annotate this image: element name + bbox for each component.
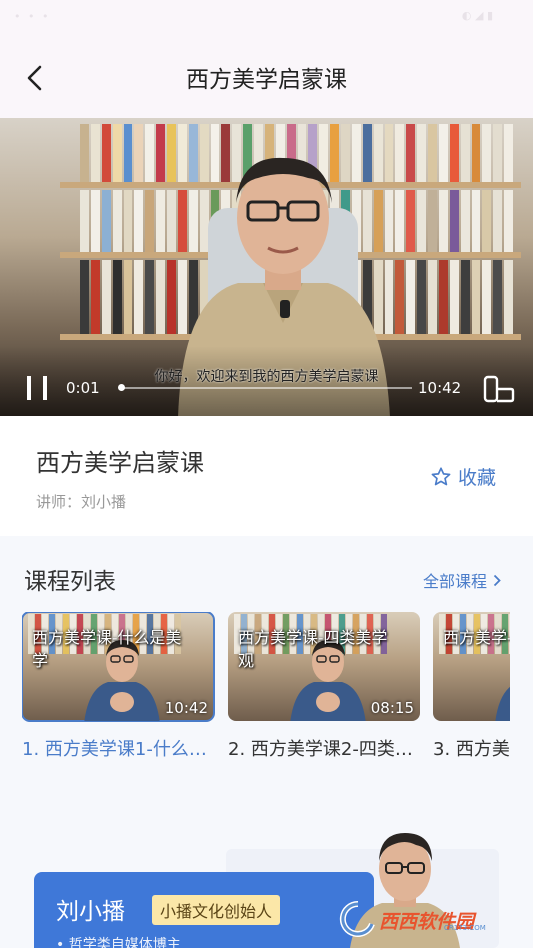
course-card-label[interactable]: 1. 西方美学课1-什么是美学 xyxy=(22,735,208,761)
fullscreen-button[interactable] xyxy=(483,375,515,403)
status-left: • • • xyxy=(14,10,51,23)
course-card-label[interactable]: 3. 西方美学课3 xyxy=(433,735,510,761)
favorite-button[interactable]: 收藏 xyxy=(430,463,496,490)
course-thumbnail[interactable]: 西方美学课-四类美学观 08:15 xyxy=(228,612,420,721)
pause-button[interactable] xyxy=(25,375,55,401)
chevron-right-icon xyxy=(493,574,501,586)
banner-teacher-tag: 小播文化创始人 xyxy=(152,895,281,925)
course-card[interactable]: 西方美学课-什么是美学 10:42 1. 西方美学课1-什么是美学 xyxy=(22,612,216,761)
thumbnail-duration: 10:42 xyxy=(164,699,208,717)
current-time: 0:01 xyxy=(66,379,100,397)
all-courses-link[interactable]: 全部课程 xyxy=(423,568,501,592)
thumbnail-title: 西方美学-古希腊艺术 xyxy=(443,628,510,647)
status-right: ◐ ◢ ▮ xyxy=(461,9,493,22)
total-time: 10:42 xyxy=(418,379,462,397)
course-list-title: 课程列表 xyxy=(24,569,116,595)
thumbnail-title: 西方美学课-四类美学观 xyxy=(238,628,388,670)
course-name: 西方美学启蒙课 xyxy=(36,449,204,477)
status-bar: • • • ◐ ◢ ▮ xyxy=(0,0,533,34)
watermark-logo-icon xyxy=(339,900,375,937)
page-title: 西方美学启蒙课 xyxy=(186,67,347,93)
video-player[interactable]: 你好，欢迎来到我的西方美学启蒙课 0:01 10:42 xyxy=(0,118,533,416)
progress-bar[interactable] xyxy=(120,387,412,389)
watermark-subtext: CR173.COM xyxy=(444,924,486,932)
banner-description: • 哲学类自媒体博主 xyxy=(56,937,181,948)
course-carousel[interactable]: 西方美学课-什么是美学 10:42 1. 西方美学课1-什么是美学 西 xyxy=(22,612,510,772)
course-thumbnail[interactable]: 西方美学-古希腊艺术 xyxy=(433,612,510,721)
course-card[interactable]: 西方美学-古希腊艺术 3. 西方美学课3 xyxy=(433,612,510,761)
all-courses-label: 全部课程 xyxy=(422,572,487,591)
favorite-label: 收藏 xyxy=(458,467,497,489)
course-card[interactable]: 西方美学课-四类美学观 08:15 2. 西方美学课2-四类美学观 xyxy=(228,612,422,761)
banner-teacher-name: 刘小播 xyxy=(56,899,125,925)
teacher-banner[interactable]: 刘小播 小播文化创始人 • 哲学类自媒体博主 xyxy=(34,872,374,948)
star-icon xyxy=(431,466,451,485)
course-card-label[interactable]: 2. 西方美学课2-四类美学观 xyxy=(228,735,414,761)
course-thumbnail[interactable]: 西方美学课-什么是美学 10:42 xyxy=(22,612,215,722)
top-nav-bar: 西方美学启蒙课 xyxy=(0,34,533,118)
fullscreen-icon xyxy=(483,375,515,403)
watermark: 西西软件园 CR173.COM xyxy=(334,900,514,938)
thumbnail-duration: 08:15 xyxy=(370,699,414,717)
progress-handle[interactable] xyxy=(118,384,125,391)
pause-icon xyxy=(27,376,47,400)
thumbnail-title: 西方美学课-什么是美学 xyxy=(32,628,182,670)
teacher-name: 讲师：刘小播 xyxy=(36,493,127,511)
